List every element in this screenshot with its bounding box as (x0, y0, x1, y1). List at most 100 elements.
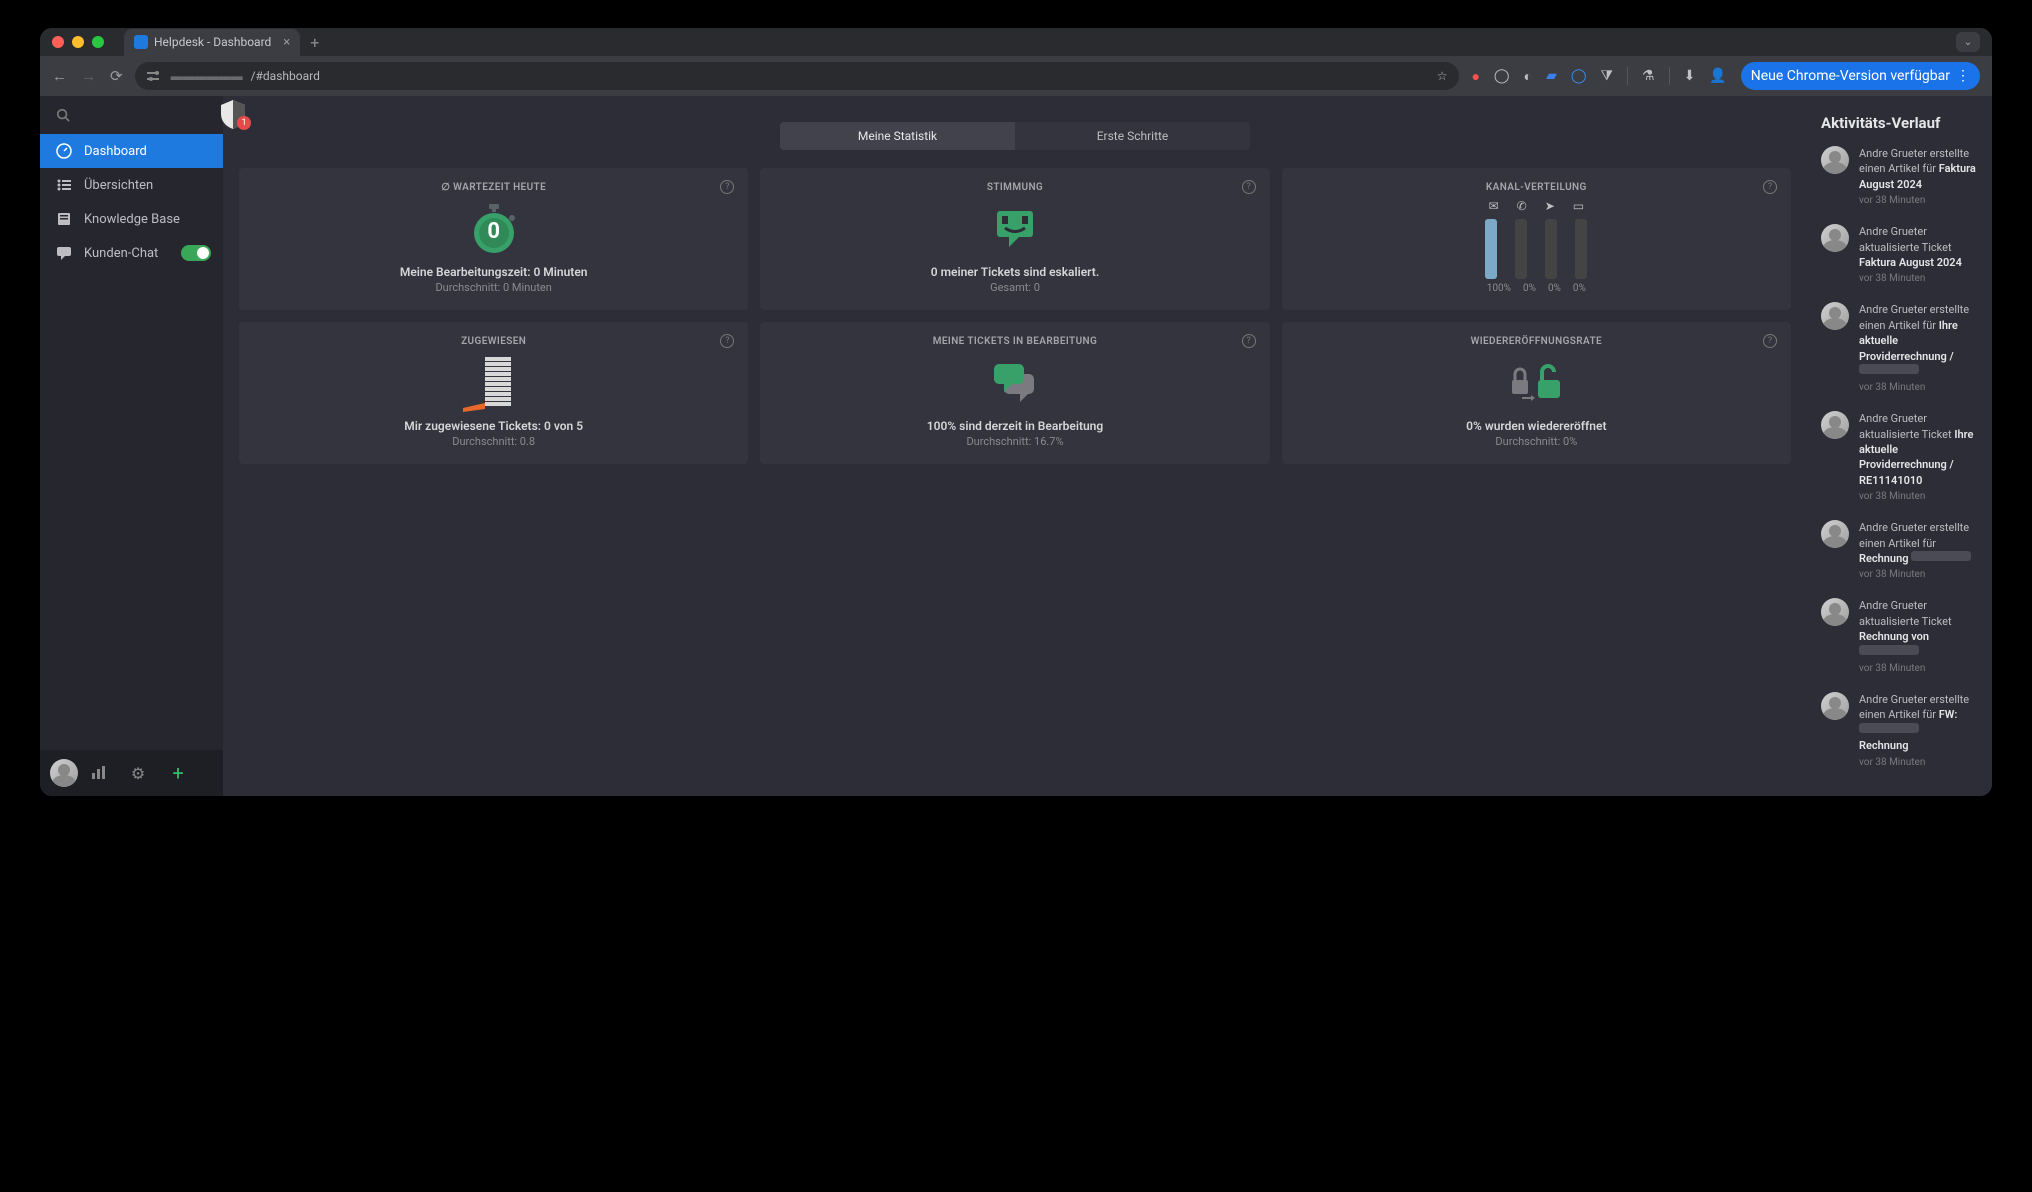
activity-text: Andre Grueter erstellte einen Artikel fü… (1859, 146, 1978, 208)
chat-toggle[interactable] (181, 245, 211, 261)
activity-text: Andre Grueter erstellte einen Artikel fü… (1859, 302, 1978, 395)
close-window-icon[interactable] (52, 36, 64, 48)
tab-overflow-icon[interactable]: ⌄ (1956, 32, 1980, 52)
stats-icon[interactable] (78, 765, 118, 781)
channel-bars (1485, 219, 1587, 279)
help-icon[interactable]: ? (1242, 180, 1256, 194)
paper-stack-icon (459, 353, 529, 413)
reload-icon[interactable]: ⟳ (110, 67, 123, 85)
url-bar[interactable]: ▬▬▬▬▬▬ /#dashboard ☆ (135, 62, 1460, 90)
stat-line: 100% sind derzeit in Bearbeitung (927, 419, 1103, 433)
new-tab-icon[interactable]: + (310, 33, 319, 52)
pct: 0% (1573, 283, 1586, 294)
activity-time: vor 38 Minuten (1859, 272, 1978, 286)
activity-item[interactable]: Andre Grueter erstellte einen Artikel fü… (1821, 302, 1978, 395)
activity-time: vor 38 Minuten (1859, 490, 1978, 504)
user-avatar[interactable] (50, 759, 78, 787)
channel-bar-phone (1515, 219, 1527, 279)
nav-customer-chat[interactable]: Kunden-Chat (40, 236, 223, 270)
nav-label: Kunden-Chat (84, 246, 158, 261)
activity-item[interactable]: Andre Grueter erstellte einen Artikel fü… (1821, 692, 1978, 770)
double-chat-icon (990, 360, 1040, 406)
gear-icon[interactable]: ⚙ (118, 764, 158, 783)
browser-tab[interactable]: Helpdesk - Dashboard × (124, 29, 300, 56)
card-mood: STIMMUNG ? 0 meiner Tickets sind eskalie… (760, 168, 1269, 310)
search-row[interactable]: 1 (40, 96, 223, 134)
window-controls (52, 36, 104, 48)
channel-percentages: 100% 0% 0% 0% (1487, 283, 1586, 294)
help-icon[interactable]: ? (720, 180, 734, 194)
tab-strip: Helpdesk - Dashboard × + (124, 29, 319, 56)
forward-icon[interactable]: → (81, 67, 96, 85)
ext-icon-3[interactable]: ◐ (1524, 68, 1532, 85)
sub-line: Durchschnitt: 16.7% (966, 435, 1063, 448)
stat-line: Meine Bearbeitungszeit: 0 Minuten (400, 265, 588, 279)
avatar (1821, 520, 1849, 548)
card-reopen-rate: WIEDERERÖFFNUNGSRATE ? 0% wurden wiedere… (1282, 322, 1791, 464)
bookmark-icon[interactable]: ☆ (1437, 69, 1448, 83)
avatar (1821, 598, 1849, 626)
card-title: MEINE TICKETS IN BEARBEITUNG (933, 336, 1098, 347)
card-in-processing: MEINE TICKETS IN BEARBEITUNG ? 100% sind… (760, 322, 1269, 464)
sub-line: Durchschnitt: 0% (1495, 435, 1577, 448)
ext-icon-1[interactable]: ● (1471, 68, 1479, 85)
tab-close-icon[interactable]: × (283, 35, 290, 50)
tab-my-stats[interactable]: Meine Statistik (780, 122, 1015, 150)
nav-knowledge-base[interactable]: Knowledge Base (40, 202, 223, 236)
downloads-icon[interactable]: ⬇ (1684, 68, 1696, 84)
extensions-icon[interactable]: ⧩ (1601, 68, 1614, 84)
app-content: 1 Dashboard Übersichten Knowledge Base (40, 96, 1992, 796)
ext-icon-4[interactable]: ▰ (1546, 68, 1557, 84)
help-icon[interactable]: ? (1242, 334, 1256, 348)
card-grid: ∅ WARTEZEIT HEUTE ? 0 Meine Bearbeitungs… (239, 168, 1791, 464)
nav-label: Übersichten (84, 178, 153, 193)
tab-title: Helpdesk - Dashboard (154, 35, 271, 49)
activity-item[interactable]: Andre Grueter erstellte einen Artikel fü… (1821, 520, 1978, 582)
activity-item[interactable]: Andre Grueter erstellte einen Artikel fü… (1821, 146, 1978, 208)
segment-tabs: Meine Statistik Erste Schritte (780, 122, 1250, 150)
chrome-update-button[interactable]: Neue Chrome-Version verfügbar ⋮ (1741, 62, 1980, 90)
card-wait-time: ∅ WARTEZEIT HEUTE ? 0 Meine Bearbeitungs… (239, 168, 748, 310)
chat-icon: ▭ (1573, 199, 1584, 213)
toolbar-extensions: ● ◯ ◐ ▰ ◯ ⧩ ⚗ ⬇ 👤 Neue Chrome-Version ve… (1471, 62, 1980, 90)
gauge-icon (56, 143, 72, 159)
activity-text: Andre Grueter erstellte einen Artikel fü… (1859, 520, 1978, 582)
nav-overviews[interactable]: Übersichten (40, 168, 223, 202)
labs-icon[interactable]: ⚗ (1642, 68, 1655, 84)
email-icon: ✉ (1489, 199, 1499, 213)
ext-icon-5[interactable]: ◯ (1571, 68, 1587, 84)
activity-item[interactable]: Andre Grueter aktualisierte Ticket Rechn… (1821, 598, 1978, 676)
maximize-window-icon[interactable] (92, 36, 104, 48)
nav-label: Knowledge Base (84, 212, 180, 227)
profile-icon[interactable]: 👤 (1709, 68, 1726, 84)
help-icon[interactable]: ? (1763, 334, 1777, 348)
app-logo[interactable]: 1 (219, 98, 247, 130)
ext-icon-2[interactable]: ◯ (1494, 68, 1510, 84)
back-icon[interactable]: ← (52, 67, 67, 85)
nav-controls: ← → ⟳ (52, 67, 123, 85)
help-icon[interactable]: ? (720, 334, 734, 348)
avatar (1821, 411, 1849, 439)
divider (1627, 67, 1628, 85)
tab-first-steps[interactable]: Erste Schritte (1015, 122, 1250, 150)
activity-item[interactable]: Andre Grueter aktualisierte Ticket Ihre … (1821, 411, 1978, 504)
titlebar: Helpdesk - Dashboard × + ⌄ (40, 28, 1992, 56)
add-icon[interactable]: + (158, 761, 198, 785)
activity-text: Andre Grueter aktualisierte Ticket Ihre … (1859, 411, 1978, 504)
favicon-icon (134, 35, 148, 49)
card-title: ∅ WARTEZEIT HEUTE (441, 182, 546, 193)
card-title: ZUGEWIESEN (461, 336, 526, 347)
sub-line: Durchschnitt: 0 Minuten (435, 281, 551, 294)
nav-dashboard[interactable]: Dashboard (40, 134, 223, 168)
activity-item[interactable]: Andre Grueter aktualisierte Ticket Faktu… (1821, 224, 1978, 286)
list-icon (56, 177, 72, 193)
activity-text: Andre Grueter erstellte einen Artikel fü… (1859, 692, 1978, 770)
notification-badge: 1 (237, 116, 251, 130)
minimize-window-icon[interactable] (72, 36, 84, 48)
site-settings-icon (147, 70, 163, 82)
activity-text: Andre Grueter aktualisierte Ticket Faktu… (1859, 224, 1978, 286)
help-icon[interactable]: ? (1763, 180, 1777, 194)
rail-title: Aktivitäts-Verlauf (1821, 114, 1978, 132)
browser-window: Helpdesk - Dashboard × + ⌄ ← → ⟳ ▬▬▬▬▬▬ … (40, 28, 1992, 796)
avatar (1821, 302, 1849, 330)
